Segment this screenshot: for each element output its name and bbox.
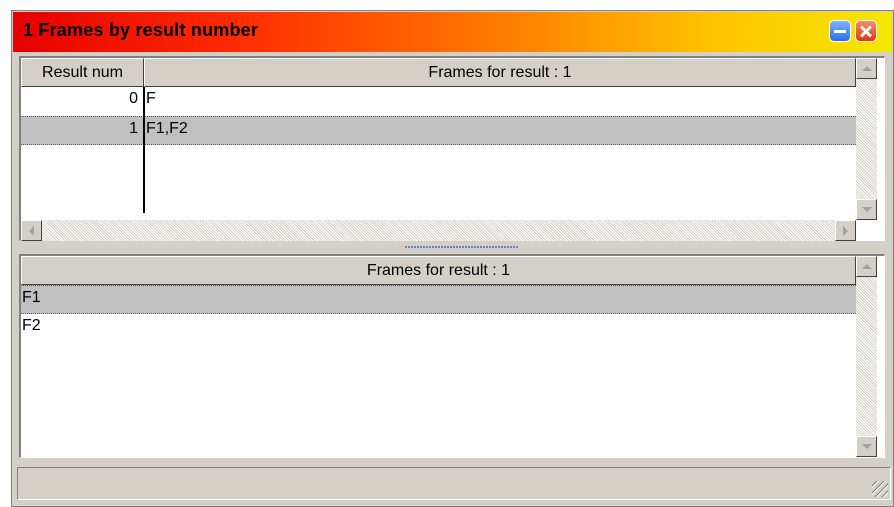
frames-cell: F1,F2 [146,120,188,137]
splitter-grip[interactable] [405,246,519,248]
vertical-scrollbar[interactable] [856,256,877,457]
title-bar[interactable]: 1 Frames by result number [13,12,892,52]
vertical-scrollbar[interactable] [856,58,877,220]
frames-cell: F [146,90,156,107]
result-num-cell: 1 [129,120,138,137]
column-header-frames[interactable]: Frames for result : 1 [144,58,856,87]
result-num-cell: 0 [129,90,138,107]
frames-list: Frames for result : 1 F1 F2 [19,254,885,458]
size-grip-icon[interactable] [872,481,888,497]
status-bar [17,467,891,500]
scroll-left-icon[interactable] [21,220,42,241]
column-header-result-num[interactable]: Result num [21,58,144,87]
scroll-down-icon[interactable] [856,199,877,220]
table-row[interactable]: 1 F1,F2 [21,116,856,145]
list-item[interactable]: F1 [21,285,856,314]
column-divider [143,87,145,213]
close-icon[interactable] [855,20,877,42]
scroll-right-icon[interactable] [835,220,856,241]
window-title: 1 Frames by result number [23,20,259,40]
frames-window: 1 Frames by result number Result num Fra… [11,10,894,507]
scroll-down-icon[interactable] [856,436,877,457]
list-item-label: F2 [22,317,41,334]
list-item[interactable]: F2 [21,314,856,343]
horizontal-scrollbar[interactable] [21,220,856,241]
panel-splitter[interactable] [19,243,885,251]
scroll-up-icon[interactable] [856,58,877,79]
table-row[interactable]: 0 F [21,87,856,116]
list-header-frames[interactable]: Frames for result : 1 [21,256,856,285]
minimize-icon[interactable] [829,20,851,42]
list-item-label: F1 [22,289,41,306]
results-table: Result num Frames for result : 1 0 F 1 F… [19,56,885,241]
scroll-up-icon[interactable] [856,256,877,277]
